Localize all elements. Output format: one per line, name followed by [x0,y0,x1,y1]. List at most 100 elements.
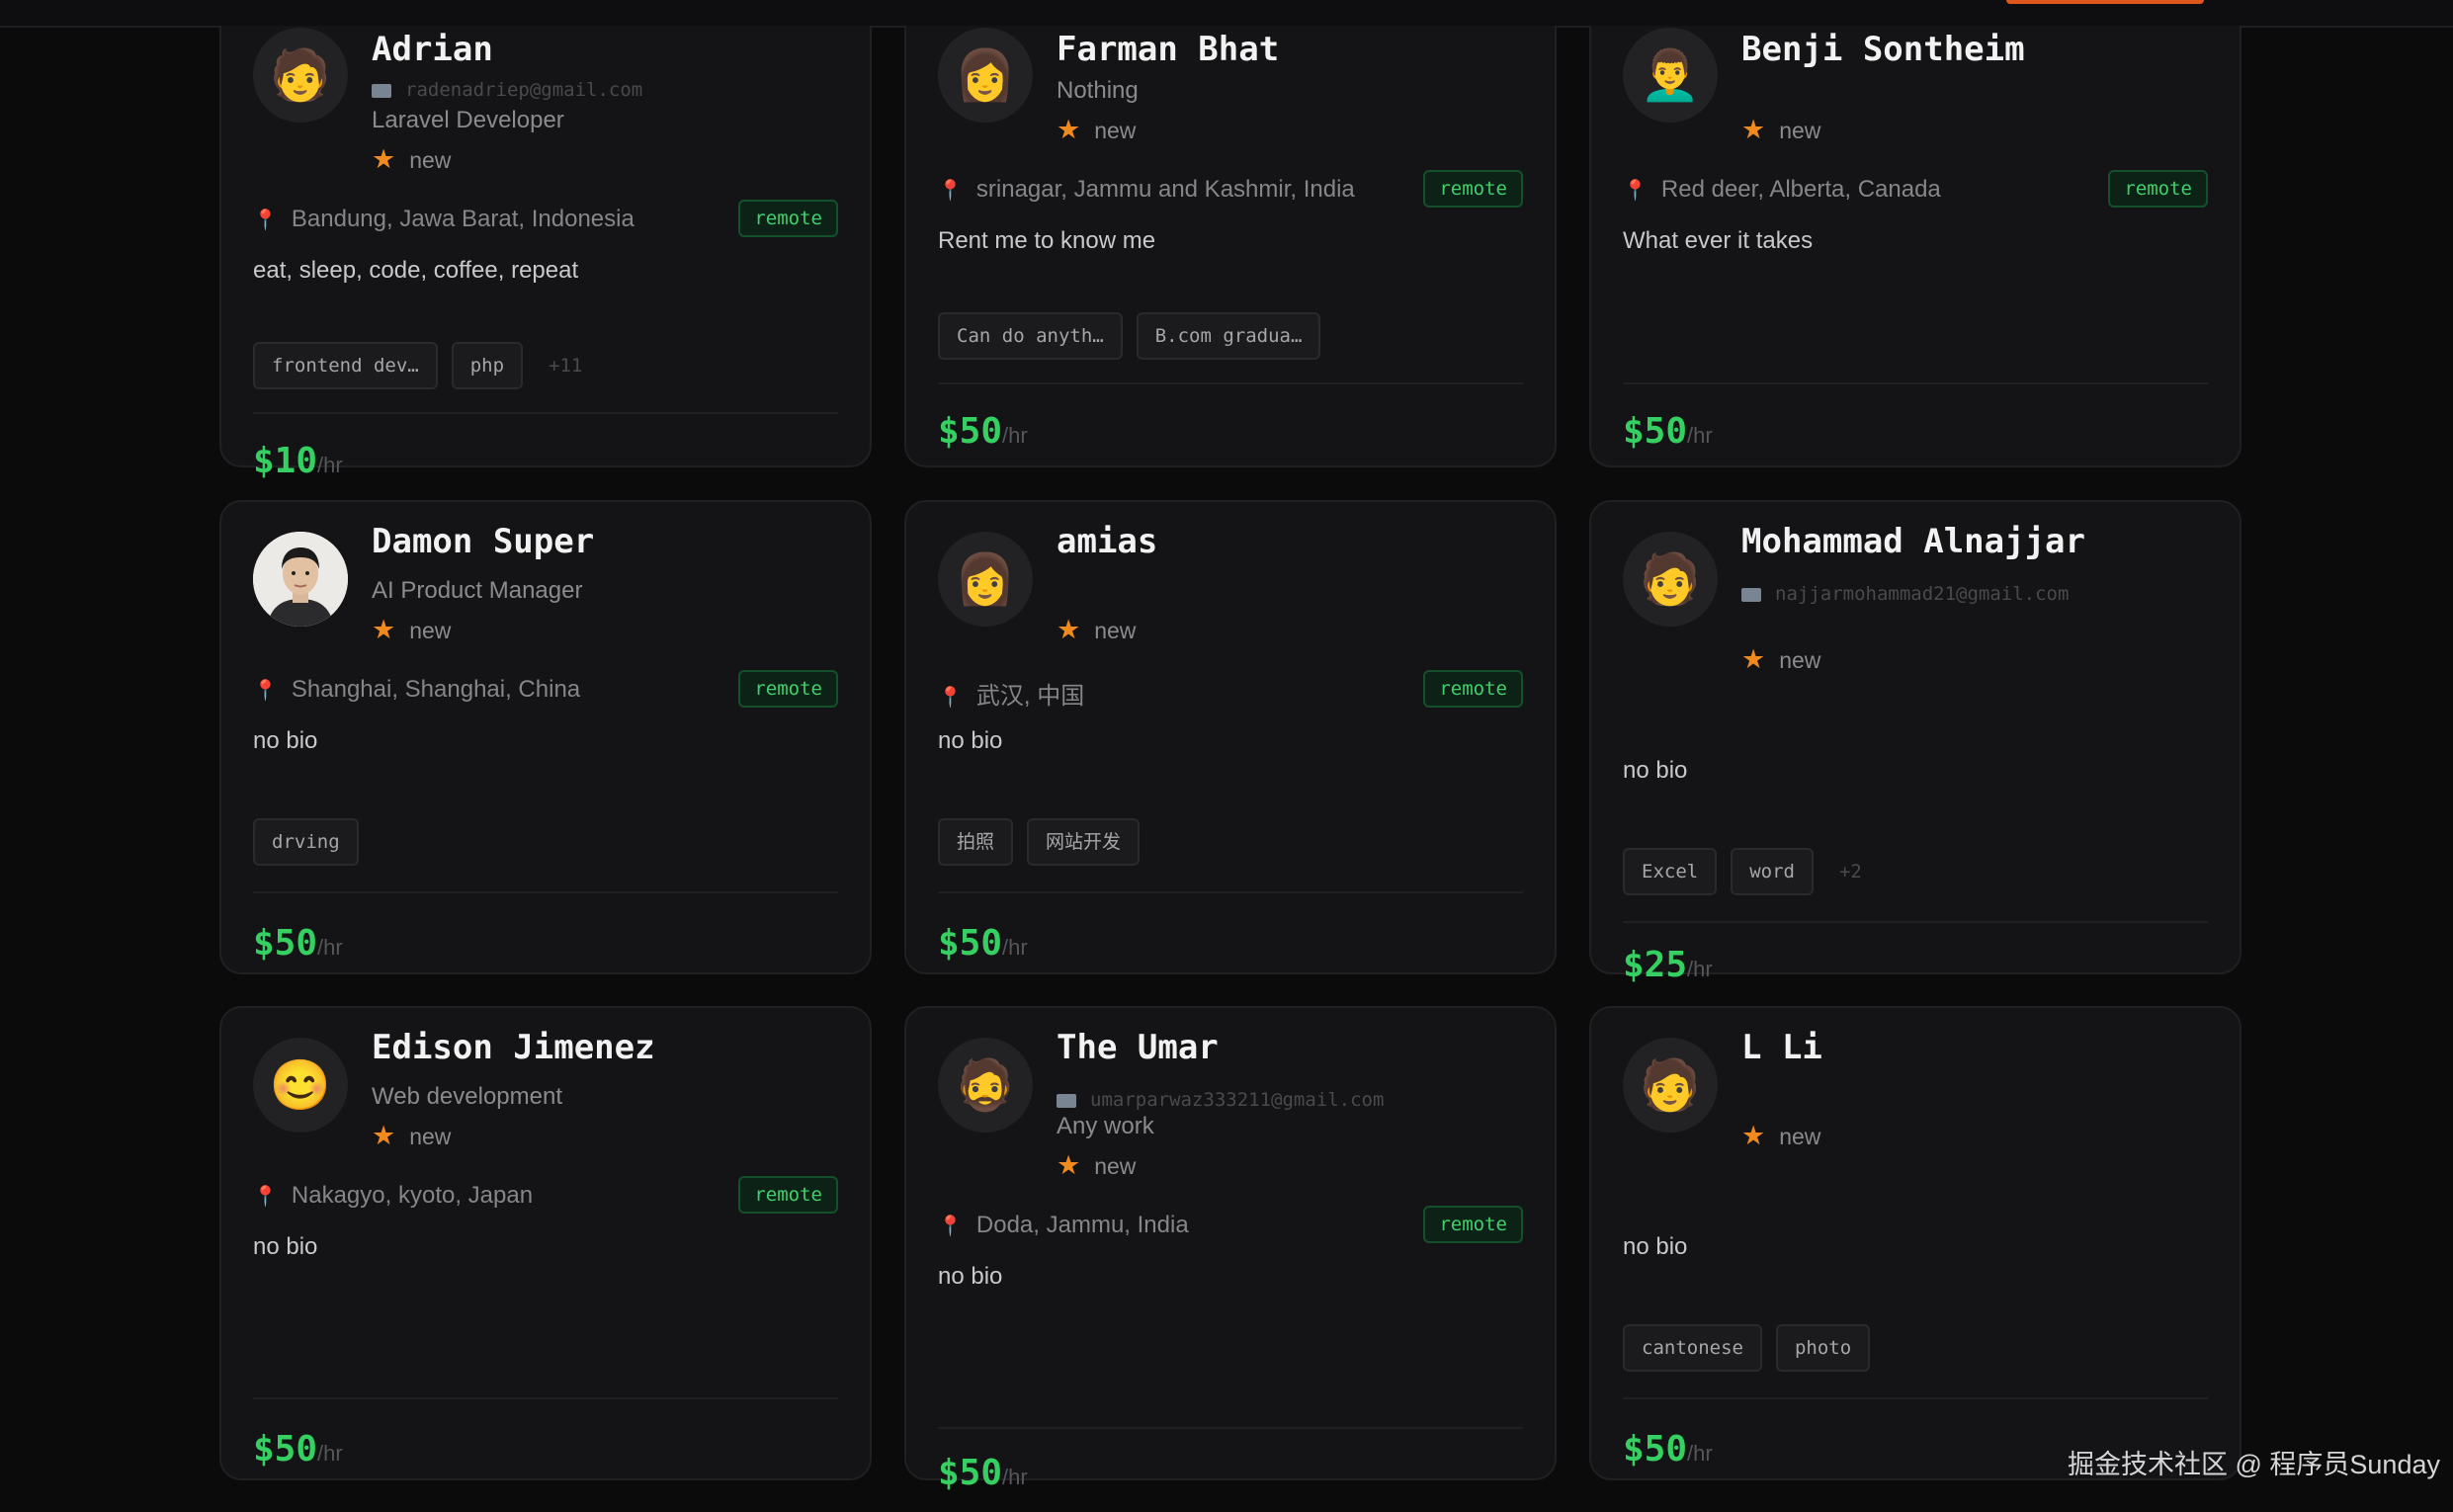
freelancer-name[interactable]: L Li [1741,1028,1822,1067]
freelancer-card[interactable]: 🧑 Mohammad Alnajjar najjarmohammad21@gma… [1589,500,2242,985]
freelancer-card[interactable]: 😊 Edison Jimenez Web development ★ new 📍 N… [219,1006,872,1480]
remote-badge: remote [2108,170,2208,208]
hourly-rate: $50/hr [253,923,343,964]
freelancer-name[interactable]: amias [1057,522,1157,561]
skill-tag[interactable]: photo [1775,1324,1871,1372]
avatar: 👩 [938,532,1033,627]
rating: ★ new [1741,1121,1821,1150]
freelancer-name[interactable]: Farman Bhat [1057,30,1279,69]
freelancer-title: Web development [372,1083,563,1110]
mail-icon [1057,1093,1076,1108]
divider [253,412,838,414]
rating: ★ new [372,615,452,644]
hourly-rate: $50/hr [938,1453,1028,1493]
person-photo-icon [253,532,348,627]
rating: ★ new [1057,1150,1137,1180]
bio: no bio [938,727,1003,754]
star-icon: ★ [372,144,396,174]
star-icon: ★ [372,615,396,644]
hourly-rate: $50/hr [938,923,1028,964]
bio: no bio [253,1233,318,1260]
star-icon: ★ [1057,1150,1081,1180]
freelancer-card[interactable]: 👩 amias ★ new 📍 武汉, 中国 remote no bio 拍照 网站… [904,500,1557,974]
divider [253,1397,838,1399]
skill-tag[interactable]: drving [253,818,359,866]
divider [1623,382,2208,384]
mail-icon [372,83,391,98]
skill-tags: drving [253,818,359,866]
bio: no bio [1623,1233,1688,1260]
pin-icon: 📍 [253,1186,278,1208]
avatar: 🧑 [253,28,348,123]
pin-icon: 📍 [1623,180,1648,202]
freelancer-card[interactable]: 🧑 L Li ★ new no bio cantonese photo $50/h… [1589,1006,2242,1480]
freelancer-title: AI Product Manager [372,577,583,604]
skill-tag[interactable]: php [451,342,524,389]
divider [253,891,838,893]
star-icon: ★ [1741,115,1766,144]
freelancer-card[interactable]: 🧑 Adrian radenadriep@gmail.com Laravel D… [219,26,872,481]
watermark: 掘金技术社区 @ 程序员Sunday [2068,1450,2440,1479]
skill-tag[interactable]: 网站开发 [1027,818,1141,866]
skill-tag[interactable]: frontend dev… [253,342,438,389]
rating: ★ new [372,1121,452,1150]
rating: ★ new [372,144,452,174]
freelancer-email: umarparwaz333211@gmail.com [1057,1089,1384,1111]
freelancer-card[interactable]: Damon Super AI Product Manager ★ new 📍 Sha… [219,500,872,974]
freelancer-name[interactable]: Edison Jimenez [372,1028,655,1067]
skill-tags: Excel word +2 [1623,848,1862,895]
hourly-rate: $25/hr [1623,945,1713,985]
star-icon: ★ [1057,115,1081,144]
skill-tag[interactable]: Excel [1623,848,1718,895]
bio: What ever it takes [1623,227,1814,254]
location: 📍 Bandung, Jawa Barat, Indonesia [253,206,634,232]
bio: eat, sleep, code, coffee, repeat [253,257,579,284]
freelancer-name[interactable]: Damon Super [372,522,594,561]
hourly-rate: $10/hr [253,441,343,481]
remote-badge: remote [1423,170,1523,208]
freelancer-title: Any work [1057,1113,1154,1139]
skill-tag[interactable]: B.com gradua… [1136,312,1321,360]
pin-icon: 📍 [938,687,963,709]
freelancer-card[interactable]: 🧔 The Umar umarparwaz333211@gmail.com An… [904,1006,1557,1493]
freelancer-email: najjarmohammad21@gmail.com [1741,583,2069,605]
rating: ★ new [1057,115,1137,144]
header-action-button[interactable] [2006,0,2204,4]
skill-tags: frontend dev… php +11 [253,342,582,389]
rating: ★ new [1741,644,1821,674]
skill-tag[interactable]: Can do anyth… [938,312,1123,360]
freelancer-title: Nothing [1057,77,1139,104]
freelancer-title: Laravel Developer [372,107,564,133]
freelancer-name[interactable]: Adrian [372,30,493,69]
avatar: 😊 [253,1038,348,1133]
skill-tag[interactable]: 拍照 [938,818,1014,866]
divider [1623,921,2208,923]
hourly-rate: $50/hr [938,411,1028,452]
star-icon: ★ [1741,1121,1766,1150]
more-tags-count[interactable]: +2 [1839,861,1862,882]
rating: ★ new [1741,115,1821,144]
freelancer-card[interactable]: 👨‍🦱 Benji Sontheim ★ new 📍 Red deer, Alber… [1589,26,2242,467]
location: 📍 Doda, Jammu, India [938,1212,1189,1238]
avatar: 🧑 [1623,532,1718,627]
mail-icon [1741,587,1761,602]
more-tags-count[interactable]: +11 [549,355,582,377]
pin-icon: 📍 [253,680,278,702]
skill-tags: cantonese photo [1623,1324,1871,1372]
freelancer-card[interactable]: 👩 Farman Bhat Nothing ★ new 📍 srinagar, Ja… [904,26,1557,467]
freelancer-name[interactable]: Benji Sontheim [1741,30,2025,69]
freelancer-name[interactable]: Mohammad Alnajjar [1741,522,2085,561]
remote-badge: remote [738,670,838,708]
divider [938,1427,1523,1429]
skill-tag[interactable]: cantonese [1623,1324,1762,1372]
skill-tag[interactable]: word [1731,848,1814,895]
freelancer-name[interactable]: The Umar [1057,1028,1219,1067]
bio: Rent me to know me [938,227,1156,254]
freelancer-email: radenadriep@gmail.com [372,79,642,101]
hourly-rate: $50/hr [1623,411,1713,452]
remote-badge: remote [738,200,838,237]
divider [938,891,1523,893]
avatar [253,532,348,627]
top-navbar [0,0,2453,28]
divider [1623,1397,2208,1399]
